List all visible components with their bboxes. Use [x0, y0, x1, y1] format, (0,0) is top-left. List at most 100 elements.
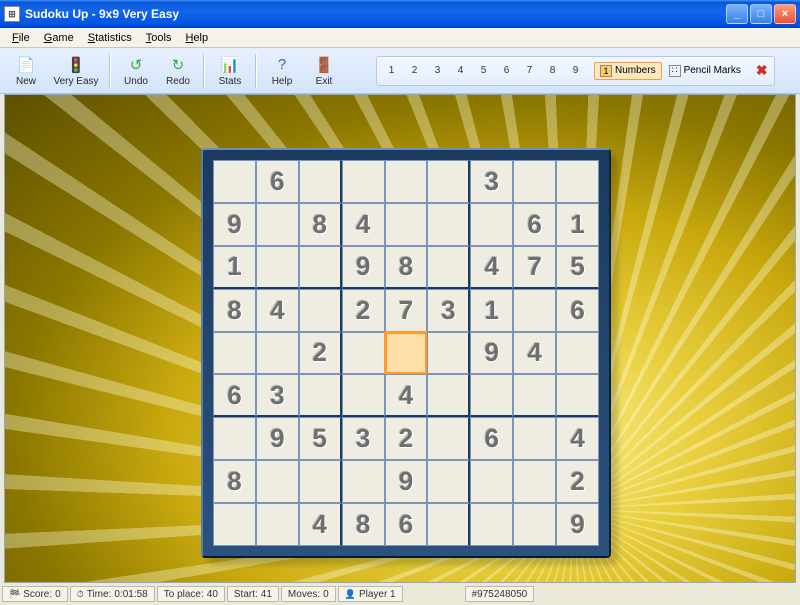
cell-6-5[interactable]: [427, 417, 470, 460]
cell-7-7[interactable]: [513, 460, 556, 503]
cell-1-2[interactable]: 8: [299, 203, 342, 246]
number-button-7[interactable]: 7: [521, 62, 538, 79]
menu-game[interactable]: Game: [38, 30, 80, 46]
cell-4-0[interactable]: [213, 332, 256, 375]
cell-6-8[interactable]: 4: [556, 417, 599, 460]
cell-2-5[interactable]: [427, 246, 470, 289]
cell-7-0[interactable]: 8: [213, 460, 256, 503]
number-button-2[interactable]: 2: [406, 62, 423, 79]
cell-4-8[interactable]: [556, 332, 599, 375]
cell-5-6[interactable]: [470, 374, 513, 417]
numbers-mode-button[interactable]: 1 Numbers: [594, 62, 662, 80]
cell-0-6[interactable]: 3: [470, 160, 513, 203]
cell-7-4[interactable]: 9: [385, 460, 428, 503]
cell-8-7[interactable]: [513, 503, 556, 546]
pencil-mode-button[interactable]: ∷ Pencil Marks: [664, 62, 746, 80]
undo-button[interactable]: ↺ Undo: [116, 51, 156, 91]
cell-1-5[interactable]: [427, 203, 470, 246]
stats-button[interactable]: 📊 Stats: [210, 51, 250, 91]
exit-button[interactable]: 🚪 Exit: [304, 51, 344, 91]
number-button-8[interactable]: 8: [544, 62, 561, 79]
cell-0-5[interactable]: [427, 160, 470, 203]
cell-5-4[interactable]: 4: [385, 374, 428, 417]
cell-0-0[interactable]: [213, 160, 256, 203]
number-button-3[interactable]: 3: [429, 62, 446, 79]
cell-8-2[interactable]: 4: [299, 503, 342, 546]
cell-3-1[interactable]: 4: [256, 289, 299, 332]
cell-1-3[interactable]: 4: [342, 203, 385, 246]
cell-2-6[interactable]: 4: [470, 246, 513, 289]
cell-4-2[interactable]: 2: [299, 332, 342, 375]
cell-1-7[interactable]: 6: [513, 203, 556, 246]
cell-6-3[interactable]: 3: [342, 417, 385, 460]
cell-2-0[interactable]: 1: [213, 246, 256, 289]
cell-2-7[interactable]: 7: [513, 246, 556, 289]
number-button-9[interactable]: 9: [567, 62, 584, 79]
cell-4-3[interactable]: [342, 332, 385, 375]
maximize-button[interactable]: □: [750, 4, 772, 24]
cell-8-5[interactable]: [427, 503, 470, 546]
cell-4-1[interactable]: [256, 332, 299, 375]
cell-6-4[interactable]: 2: [385, 417, 428, 460]
cell-2-4[interactable]: 8: [385, 246, 428, 289]
cell-3-8[interactable]: 6: [556, 289, 599, 332]
cell-6-1[interactable]: 9: [256, 417, 299, 460]
cell-1-6[interactable]: [470, 203, 513, 246]
cell-8-4[interactable]: 6: [385, 503, 428, 546]
cell-8-0[interactable]: [213, 503, 256, 546]
cell-5-7[interactable]: [513, 374, 556, 417]
cell-0-7[interactable]: [513, 160, 556, 203]
close-button[interactable]: ×: [774, 4, 796, 24]
number-button-5[interactable]: 5: [475, 62, 492, 79]
cell-3-4[interactable]: 7: [385, 289, 428, 332]
cell-0-2[interactable]: [299, 160, 342, 203]
difficulty-button[interactable]: 🚦 Very Easy: [48, 51, 104, 91]
cell-2-8[interactable]: 5: [556, 246, 599, 289]
cell-7-5[interactable]: [427, 460, 470, 503]
cell-8-3[interactable]: 8: [342, 503, 385, 546]
cell-7-3[interactable]: [342, 460, 385, 503]
menu-help[interactable]: Help: [179, 30, 214, 46]
cell-8-6[interactable]: [470, 503, 513, 546]
cell-2-2[interactable]: [299, 246, 342, 289]
cell-1-1[interactable]: [256, 203, 299, 246]
cell-2-3[interactable]: 9: [342, 246, 385, 289]
new-button[interactable]: 📄 New: [6, 51, 46, 91]
cell-8-8[interactable]: 9: [556, 503, 599, 546]
cell-8-1[interactable]: [256, 503, 299, 546]
cell-4-4[interactable]: [385, 332, 428, 375]
clear-button[interactable]: ✖: [756, 62, 768, 79]
cell-0-1[interactable]: 6: [256, 160, 299, 203]
cell-0-4[interactable]: [385, 160, 428, 203]
cell-1-0[interactable]: 9: [213, 203, 256, 246]
cell-3-0[interactable]: 8: [213, 289, 256, 332]
cell-4-7[interactable]: 4: [513, 332, 556, 375]
cell-4-6[interactable]: 9: [470, 332, 513, 375]
cell-5-0[interactable]: 6: [213, 374, 256, 417]
redo-button[interactable]: ↻ Redo: [158, 51, 198, 91]
cell-5-5[interactable]: [427, 374, 470, 417]
cell-7-2[interactable]: [299, 460, 342, 503]
cell-7-1[interactable]: [256, 460, 299, 503]
cell-0-8[interactable]: [556, 160, 599, 203]
number-button-1[interactable]: 1: [383, 62, 400, 79]
cell-5-8[interactable]: [556, 374, 599, 417]
cell-5-1[interactable]: 3: [256, 374, 299, 417]
cell-1-4[interactable]: [385, 203, 428, 246]
cell-7-8[interactable]: 2: [556, 460, 599, 503]
number-button-6[interactable]: 6: [498, 62, 515, 79]
cell-6-2[interactable]: 5: [299, 417, 342, 460]
number-button-4[interactable]: 4: [452, 62, 469, 79]
cell-3-7[interactable]: [513, 289, 556, 332]
cell-0-3[interactable]: [342, 160, 385, 203]
menu-statistics[interactable]: Statistics: [82, 30, 138, 46]
cell-6-6[interactable]: 6: [470, 417, 513, 460]
cell-5-2[interactable]: [299, 374, 342, 417]
cell-7-6[interactable]: [470, 460, 513, 503]
minimize-button[interactable]: _: [726, 4, 748, 24]
cell-6-0[interactable]: [213, 417, 256, 460]
cell-4-5[interactable]: [427, 332, 470, 375]
cell-3-6[interactable]: 1: [470, 289, 513, 332]
menu-file[interactable]: File: [6, 30, 36, 46]
cell-6-7[interactable]: [513, 417, 556, 460]
